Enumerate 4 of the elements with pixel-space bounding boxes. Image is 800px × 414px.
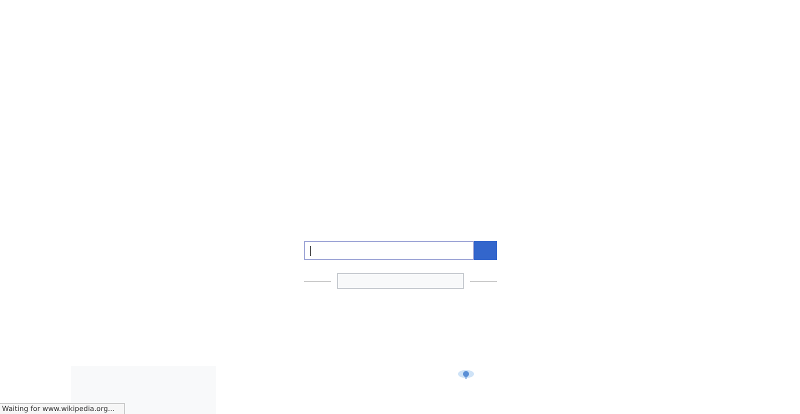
language-selector[interactable] <box>336 273 464 289</box>
search-button[interactable] <box>474 241 496 260</box>
search-field[interactable] <box>304 241 474 260</box>
logo-icon <box>457 368 475 380</box>
